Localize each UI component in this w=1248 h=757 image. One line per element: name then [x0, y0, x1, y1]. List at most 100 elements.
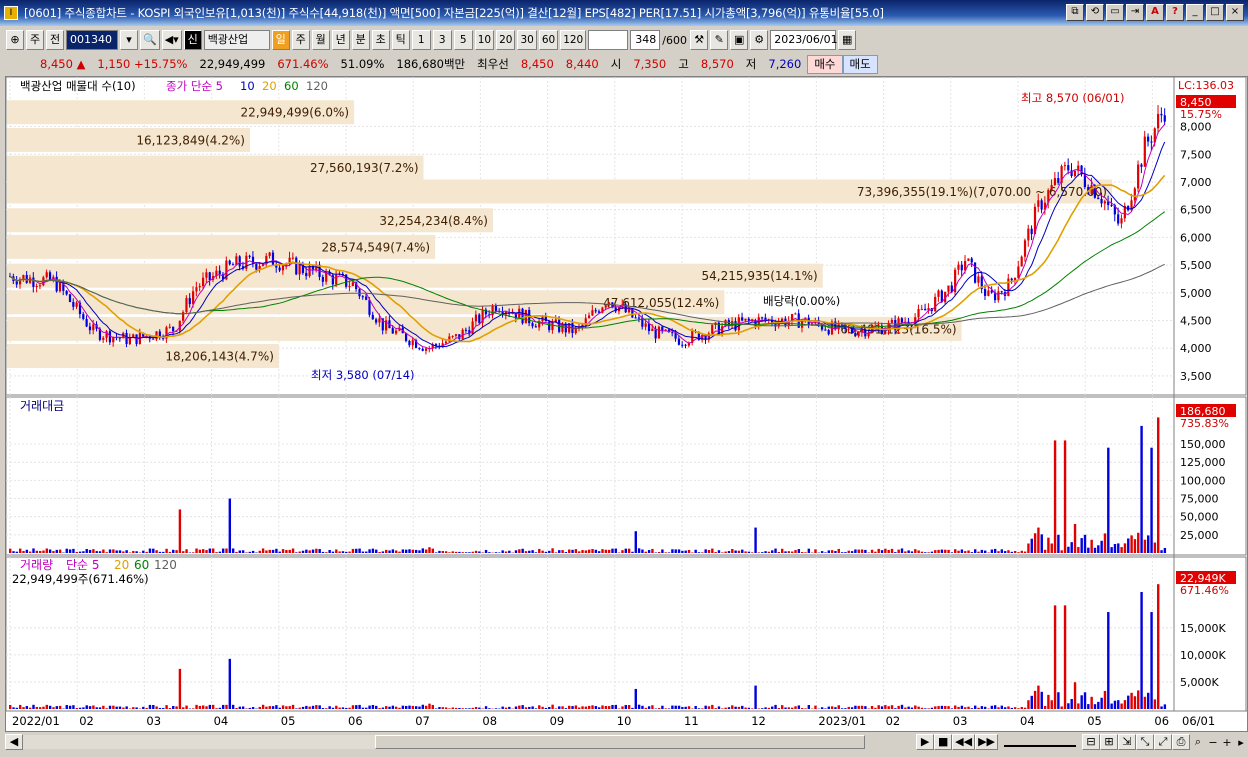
count-input[interactable]: 348: [630, 30, 661, 50]
plus-icon[interactable]: +: [1220, 736, 1234, 749]
rewind-icon[interactable]: ◀◀: [952, 734, 976, 750]
interval-60[interactable]: 60: [538, 30, 559, 50]
forward-icon[interactable]: ▶▶: [975, 734, 998, 750]
zoom-in-icon[interactable]: ⊞: [1100, 734, 1118, 750]
amount-bar: [345, 551, 348, 553]
interval-120[interactable]: 120: [560, 30, 587, 50]
volume-bar: [504, 707, 508, 709]
prev-button[interactable]: 전: [46, 30, 64, 50]
period-select[interactable]: 주: [26, 30, 44, 50]
buy-button[interactable]: 매수: [807, 54, 843, 74]
layout-icon[interactable]: ▭: [1106, 4, 1124, 21]
window-controls: ⧉ ⟲ ▭ ⇥ A ? _ □ ×: [1066, 4, 1244, 21]
volume-bar: [1070, 699, 1073, 709]
print-icon[interactable]: ⎙: [1172, 734, 1190, 750]
scroll-thumb[interactable]: [375, 735, 865, 749]
calendar-icon[interactable]: ▦: [838, 30, 857, 50]
interval-custom-input[interactable]: [588, 30, 629, 50]
amount-bar: [225, 548, 228, 553]
maximize-button[interactable]: □: [1206, 4, 1224, 21]
fit-icon[interactable]: ⇲: [1118, 734, 1136, 750]
profile-label: 32,254,234(8.4%): [379, 214, 488, 228]
stock-name-field[interactable]: 백광산업: [203, 30, 270, 50]
chart-area[interactable]: 22,949,499(6.0%) 16,123,849(4.2%) 27,560,1…: [5, 76, 1248, 732]
volume-bar: [1153, 699, 1157, 709]
tab-day[interactable]: 일: [271, 30, 290, 50]
link-icon[interactable]: ⧉: [1066, 4, 1084, 21]
volume-bar: [231, 704, 235, 709]
date-input[interactable]: 2023/06/01: [770, 30, 838, 50]
pin-icon[interactable]: ⊕: [6, 30, 24, 50]
interval-10[interactable]: 10: [474, 30, 495, 50]
tab-month[interactable]: 월: [311, 30, 330, 50]
amount-bar: [987, 552, 990, 553]
amount-bar: [837, 548, 840, 553]
magnify-icon[interactable]: ⌕: [1190, 735, 1206, 749]
speaker-icon[interactable]: ◀▾: [161, 30, 182, 50]
scroll-right-icon[interactable]: ▸: [1234, 736, 1248, 749]
volume-bar: [78, 707, 82, 709]
zoom-out-icon[interactable]: ⊟: [1082, 734, 1100, 750]
volume-bar: [441, 707, 444, 709]
candle-body: [82, 314, 85, 320]
crosshair-icon[interactable]: ⤢: [1154, 734, 1172, 750]
volume-bar: [325, 708, 328, 709]
vol-ma-legend-2: 60: [134, 558, 149, 572]
interval-3[interactable]: 3: [432, 30, 452, 50]
amount-bar: [647, 550, 651, 553]
interval-5[interactable]: 5: [453, 30, 473, 50]
tab-minute[interactable]: 분: [351, 30, 370, 50]
amount-bar: [734, 550, 737, 553]
interval-20[interactable]: 20: [496, 30, 516, 50]
minimize-button[interactable]: _: [1186, 4, 1204, 21]
tab-second[interactable]: 초: [371, 30, 390, 50]
volume-bar: [368, 705, 371, 709]
refresh-icon[interactable]: ⟲: [1086, 4, 1104, 21]
play-icon[interactable]: ▶: [916, 734, 935, 750]
tab-tick[interactable]: 틱: [391, 30, 410, 50]
volume-bar: [271, 706, 275, 709]
stop-icon[interactable]: ■: [934, 734, 953, 750]
measure-icon[interactable]: ⤡: [1136, 734, 1154, 750]
candle-body: [1027, 228, 1030, 241]
scroll-left-icon[interactable]: ◀: [5, 734, 23, 750]
volume-bar: [980, 706, 984, 709]
tab-week[interactable]: 주: [291, 30, 310, 50]
amount-bar: [631, 551, 634, 553]
scroll-track[interactable]: [23, 735, 375, 749]
gear-icon[interactable]: ⚙: [750, 30, 769, 50]
minus-icon[interactable]: −: [1206, 736, 1220, 749]
x-axis-label: 11: [684, 714, 699, 728]
amount-bar: [621, 550, 624, 553]
volume-bar: [135, 707, 138, 709]
close-button[interactable]: ×: [1226, 4, 1244, 21]
volume-bar: [687, 706, 691, 709]
search-icon[interactable]: 🔍: [140, 30, 160, 50]
save-icon[interactable]: ▣: [730, 30, 749, 50]
candle-body: [395, 330, 398, 334]
help-icon[interactable]: ?: [1166, 4, 1184, 21]
send-icon[interactable]: ⇥: [1126, 4, 1144, 21]
font-icon[interactable]: A: [1146, 4, 1164, 21]
candle-body: [231, 264, 235, 266]
stock-chart[interactable]: 22,949,499(6.0%) 16,123,849(4.2%) 27,560,1…: [5, 76, 1247, 731]
tool-icon[interactable]: ⚒: [690, 30, 709, 50]
candle-body: [172, 326, 175, 332]
volume-value: 22,949,499: [199, 57, 266, 71]
amount-bar: [774, 548, 777, 553]
zoom-slider[interactable]: [1004, 737, 1076, 747]
horizontal-scrollbar[interactable]: ◀ ▶ ■ ◀◀ ▶▶ ⊟ ⊞ ⇲ ⤡ ⤢ ⎙ ⌕ − + ▸: [5, 733, 1248, 751]
chart-tool-icon[interactable]: ✎: [710, 30, 729, 50]
interval-1[interactable]: 1: [411, 30, 431, 50]
dropdown-icon[interactable]: ▾: [120, 30, 138, 50]
candle-body: [32, 277, 35, 287]
tab-year[interactable]: 년: [331, 30, 350, 50]
amount-bar: [857, 549, 860, 553]
candle-body: [671, 332, 674, 334]
interval-30[interactable]: 30: [517, 30, 537, 50]
volume-bar: [837, 705, 840, 709]
amount-bar: [9, 548, 12, 553]
stock-code-input[interactable]: 001340: [66, 30, 118, 50]
volume-bar: [175, 706, 178, 709]
sell-button[interactable]: 매도: [842, 54, 878, 74]
